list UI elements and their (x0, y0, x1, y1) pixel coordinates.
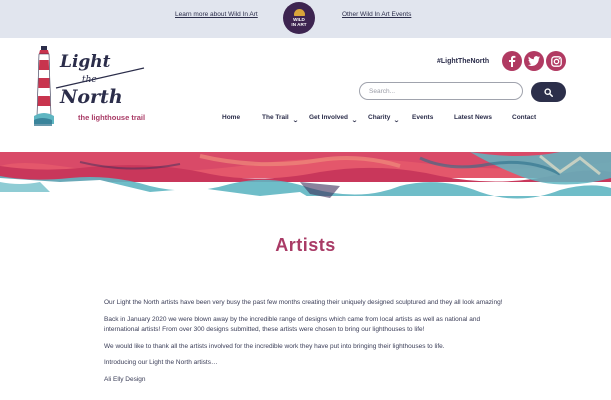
wild-in-art-mark-icon (293, 9, 305, 16)
learn-more-wild-in-art-link[interactable]: Learn more about Wild In Art (175, 11, 258, 18)
facebook-button[interactable] (502, 51, 522, 71)
page-title: Artists (275, 235, 336, 255)
instagram-icon (550, 55, 562, 67)
intro-paragraph-3: We would like to thank all the artists i… (104, 342, 445, 350)
intro-paragraph-1: Our Light the North artists have been ve… (104, 299, 503, 306)
nav-item-the-trail-label: The Trail (262, 114, 289, 121)
wild-in-art-logo[interactable]: WILD IN ART (283, 2, 315, 34)
search-icon (544, 87, 553, 97)
other-wild-in-art-events-link[interactable]: Other Wild In Art Events (342, 11, 411, 18)
chevron-down-icon: ⌄ (351, 118, 358, 124)
search-button[interactable] (531, 82, 566, 102)
twitter-button[interactable] (524, 51, 544, 71)
artists-intro-content: Our Light the North artists have been ve… (104, 298, 514, 391)
nav-item-get-involved[interactable]: Get Involved ⌄ (309, 114, 358, 124)
nav-item-events-label: Events (412, 114, 434, 121)
nav-item-charity-label: Charity (368, 114, 391, 121)
nav-item-events[interactable]: Events (412, 114, 433, 121)
nav-item-the-trail[interactable]: The Trail ⌄ (262, 114, 299, 124)
nav-item-home[interactable]: Home (222, 114, 240, 121)
nav-item-contact[interactable]: Contact (512, 114, 536, 121)
nav-item-latest-news[interactable]: Latest News (454, 114, 492, 121)
hashtag-text: #LightTheNorth (437, 58, 490, 65)
facebook-icon (509, 55, 516, 67)
nav-item-contact-label: Contact (512, 114, 537, 121)
main-navigation: Home The Trail ⌄ Get Involved ⌄ Charity ⌄ E… (0, 114, 611, 128)
site-header: Light the North the lighthouse trail #Li… (0, 38, 611, 153)
nav-item-latest-news-label: Latest News (454, 114, 492, 121)
nav-item-get-involved-label: Get Involved (309, 114, 349, 121)
artist-name: Ali Elly Design (104, 375, 146, 383)
wild-in-art-logo-text-2: IN ART (291, 22, 307, 27)
nav-item-home-label: Home (222, 114, 241, 121)
nav-item-charity[interactable]: Charity ⌄ (368, 114, 401, 124)
intro-paragraph-4: Introducing our Light the North artists… (104, 359, 218, 366)
search-input[interactable] (359, 82, 523, 100)
instagram-button[interactable] (546, 51, 566, 71)
painted-banner-image (0, 152, 611, 218)
top-bar: Learn more about Wild In Art WILD IN ART… (0, 0, 611, 38)
twitter-icon (528, 56, 540, 66)
chevron-down-icon: ⌄ (291, 118, 299, 124)
chevron-down-icon: ⌄ (393, 118, 401, 124)
intro-paragraph-2: Back in January 2020 we were blown away … (104, 315, 481, 334)
